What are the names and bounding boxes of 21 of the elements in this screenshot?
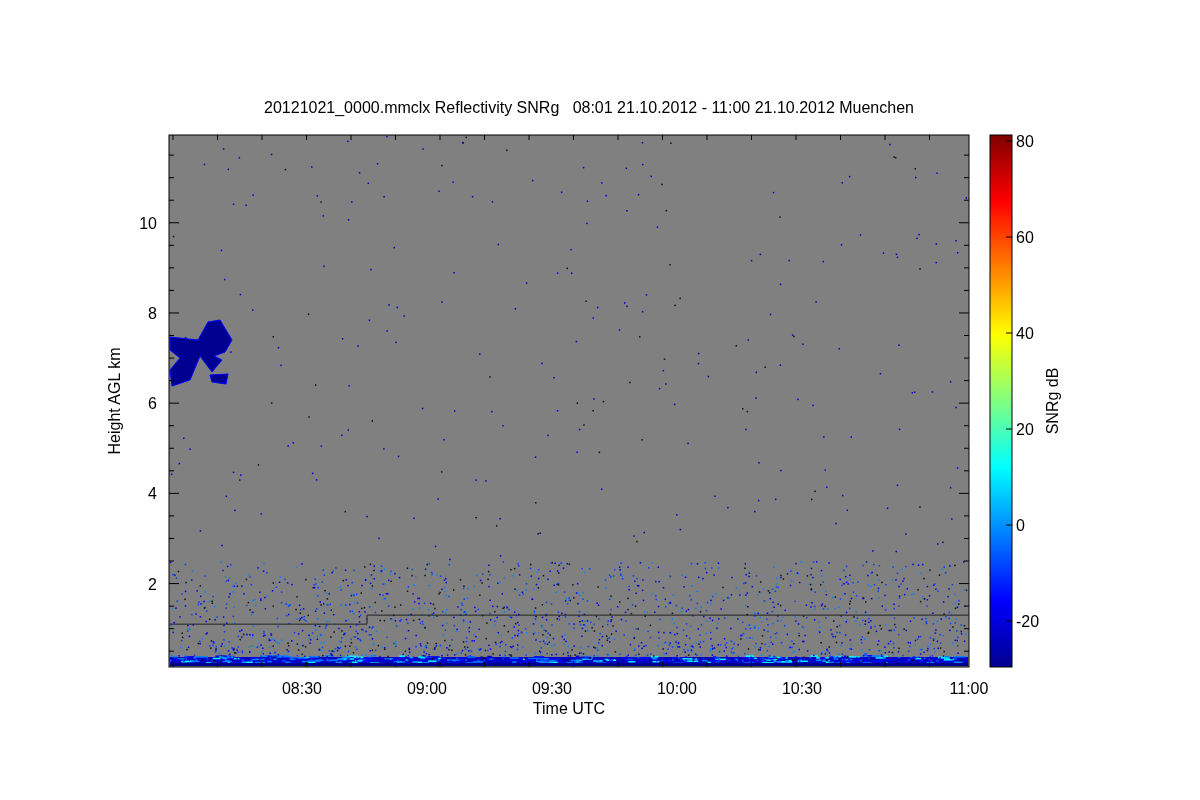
colorbar-tick-label: 40 [1016, 325, 1034, 342]
x-tick-label: 10:00 [657, 680, 697, 697]
x-tick-label: 09:30 [532, 680, 572, 697]
colorbar-tick-label: 60 [1016, 229, 1034, 246]
y-tick-label: 2 [148, 575, 157, 593]
y-axis-label: Height AGL km [106, 347, 123, 455]
y-tick-label: 4 [148, 485, 157, 503]
colorbar-label: SNRg dB [1044, 367, 1061, 435]
x-tick-label: 11:00 [949, 680, 989, 697]
y-tick-label: 6 [148, 395, 157, 413]
colorbar-tick-label: 20 [1016, 421, 1034, 438]
y-tick-label: 8 [148, 304, 157, 322]
x-tick-label: 09:00 [407, 680, 447, 697]
chart-title: 20121021_0000.mmclx Reflectivity SNRg 08:01 21.10.2012 - 11:00 21.10.2012 Muenchen [264, 99, 914, 116]
colorbar-tick-label: 0 [1016, 517, 1025, 534]
x-tick-label: 10:30 [782, 680, 822, 697]
colorbar-tick-label: 80 [1016, 133, 1034, 150]
colorbar-tick-label: -20 [1016, 613, 1040, 630]
y-tick-label: 10 [139, 214, 157, 232]
x-axis-label: Time UTC [532, 700, 606, 717]
x-tick-label: 08:30 [282, 680, 322, 697]
